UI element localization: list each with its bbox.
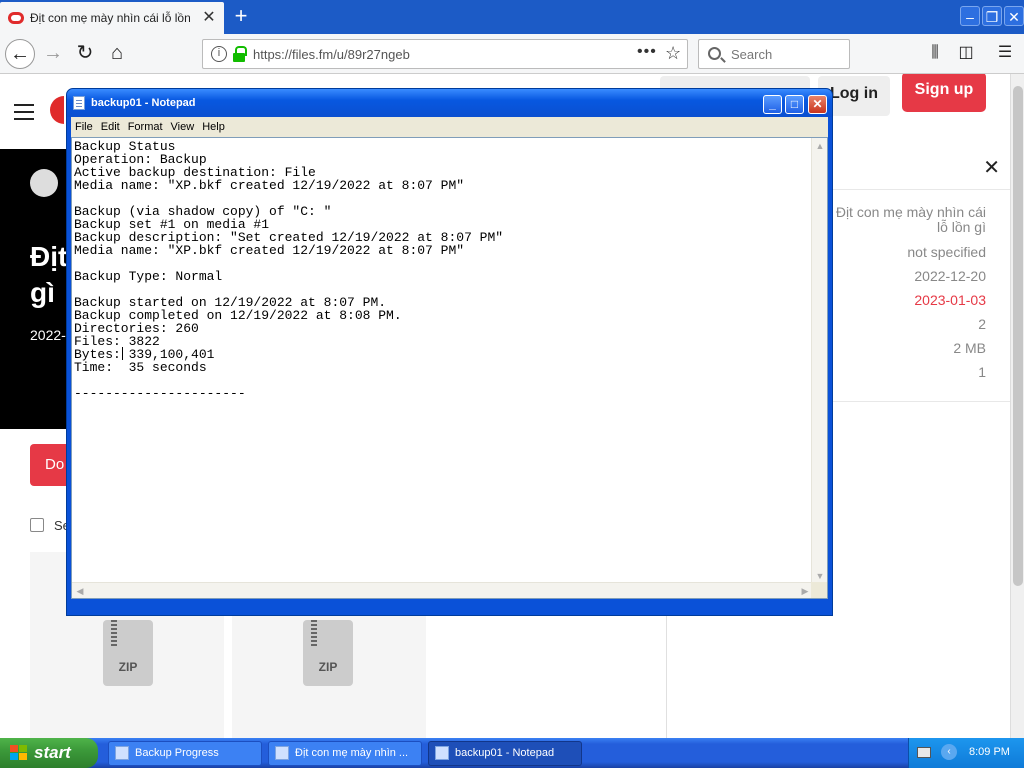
notepad-text-area[interactable]: Backup Status Operation: Backup Active b… bbox=[71, 137, 828, 599]
horizontal-scrollbar[interactable]: ◀ ▶ bbox=[72, 582, 813, 598]
downloads-value: 1 bbox=[978, 364, 986, 380]
clock[interactable]: 8:09 PM bbox=[969, 746, 1010, 758]
notepad-icon bbox=[435, 746, 449, 760]
notepad-titlebar[interactable]: backup01 - Notepad _ □ ✕ bbox=[67, 89, 832, 117]
page-info-icon[interactable]: i bbox=[211, 46, 227, 62]
notepad-title: backup01 - Notepad bbox=[91, 97, 196, 109]
zip-label: ZIP bbox=[118, 660, 138, 674]
browser-close-button[interactable]: ✕ bbox=[1004, 6, 1024, 26]
browser-tab-bar: Địt con mẹ mày nhìn cái lỗ lồn gì l ✕ + … bbox=[0, 0, 1024, 34]
maximize-button[interactable]: □ bbox=[785, 95, 804, 114]
page-scrollbar[interactable] bbox=[1010, 74, 1024, 738]
text-cursor bbox=[122, 347, 123, 360]
zip-file-icon: ZIP bbox=[303, 620, 353, 686]
search-icon bbox=[708, 47, 721, 60]
search-placeholder: Search bbox=[731, 47, 773, 62]
scroll-up-arrow-icon[interactable]: ▲ bbox=[812, 138, 827, 154]
home-button[interactable]: ⌂ bbox=[102, 39, 132, 69]
taskbar-button-label: Địt con mẹ mày nhìn ... bbox=[295, 747, 409, 759]
start-button[interactable]: start bbox=[0, 738, 98, 768]
menu-view[interactable]: View bbox=[167, 118, 199, 133]
file-name-value: Địt con mẹ mày nhìn cái lỗ lồn gì bbox=[835, 204, 986, 235]
zip-file-icon: ZIP bbox=[103, 620, 153, 686]
site-logo[interactable] bbox=[50, 96, 64, 124]
backup-app-icon bbox=[115, 746, 129, 760]
bookmark-star-icon[interactable]: ☆ bbox=[665, 43, 681, 64]
notepad-content: Backup Status Operation: Backup Active b… bbox=[74, 139, 504, 401]
hamburger-menu-icon[interactable] bbox=[14, 104, 34, 120]
sidebar-toggle-icon[interactable]: ◫ bbox=[955, 42, 977, 64]
library-icon[interactable]: ⫼ bbox=[924, 42, 946, 64]
page-scroll-thumb[interactable] bbox=[1013, 86, 1023, 586]
new-tab-button[interactable]: + bbox=[230, 4, 252, 28]
close-button[interactable]: ✕ bbox=[808, 95, 827, 114]
scroll-left-arrow-icon[interactable]: ◀ bbox=[72, 583, 88, 598]
select-all-checkbox[interactable] bbox=[30, 518, 44, 532]
search-input[interactable]: Search bbox=[698, 39, 850, 69]
forward-button[interactable]: → bbox=[38, 39, 68, 69]
zip-label: ZIP bbox=[318, 660, 338, 674]
taskbar-button-label: backup01 - Notepad bbox=[455, 747, 555, 759]
reload-button[interactable]: ↻ bbox=[70, 39, 100, 69]
system-tray: ‹ 8:09 PM bbox=[908, 738, 1024, 768]
menu-file[interactable]: File bbox=[71, 118, 97, 133]
tab-title: Địt con mẹ mày nhìn cái lỗ lồn gì l bbox=[30, 11, 190, 25]
page-actions-icon[interactable]: ••• bbox=[637, 43, 657, 61]
taskbar: start Backup Progress Địt con mẹ mày nhì… bbox=[0, 738, 1024, 768]
hero-date: 2022- bbox=[30, 327, 66, 343]
taskbar-button-label: Backup Progress bbox=[135, 747, 219, 759]
secure-lock-icon bbox=[233, 46, 247, 62]
files-count-value: 2 bbox=[978, 316, 986, 332]
browser-minimize-button[interactable]: – bbox=[960, 6, 980, 26]
browser-restore-button[interactable]: ❐ bbox=[982, 6, 1002, 26]
browser-nav-bar: ← → ↻ ⌂ i https://files.fm/u/89r27ngeb •… bbox=[0, 34, 1024, 74]
url-text: https://files.fm/u/89r27ngeb bbox=[253, 47, 410, 62]
keyboard-icon[interactable] bbox=[917, 747, 931, 758]
taskbar-backup-progress[interactable]: Backup Progress bbox=[108, 741, 262, 766]
minimize-button[interactable]: _ bbox=[763, 95, 782, 114]
taskbar-notepad[interactable]: backup01 - Notepad bbox=[428, 741, 582, 766]
avatar[interactable] bbox=[30, 169, 58, 197]
description-value: not specified bbox=[907, 244, 986, 260]
panel-close-icon[interactable]: ✕ bbox=[983, 155, 1000, 180]
menu-edit[interactable]: Edit bbox=[97, 118, 124, 133]
tray-expand-icon[interactable]: ‹ bbox=[941, 744, 957, 760]
back-button[interactable]: ← bbox=[5, 39, 35, 69]
browser-window-controls: – ❐ ✕ bbox=[960, 6, 1024, 26]
created-date-value: 2022-12-20 bbox=[914, 268, 986, 284]
tab-close-icon[interactable]: ✕ bbox=[199, 8, 219, 28]
signup-button[interactable]: Sign up bbox=[902, 74, 986, 112]
start-label: start bbox=[34, 743, 71, 762]
size-value: 2 MB bbox=[953, 340, 986, 356]
address-bar[interactable]: i https://files.fm/u/89r27ngeb ••• ☆ bbox=[202, 39, 688, 69]
vertical-scrollbar[interactable]: ▲ ▼ bbox=[811, 138, 827, 584]
menu-format[interactable]: Format bbox=[124, 118, 167, 133]
expiry-date-value: 2023-01-03 bbox=[914, 292, 986, 308]
taskbar-firefox[interactable]: Địt con mẹ mày nhìn ... bbox=[268, 741, 422, 766]
windows-logo-icon bbox=[10, 745, 28, 761]
resize-grip[interactable] bbox=[811, 582, 827, 598]
menu-help[interactable]: Help bbox=[198, 118, 229, 133]
notepad-menubar: File Edit Format View Help bbox=[71, 117, 828, 137]
notepad-icon bbox=[73, 96, 85, 110]
browser-tab[interactable]: Địt con mẹ mày nhìn cái lỗ lồn gì l ✕ bbox=[0, 2, 224, 34]
firefox-icon bbox=[275, 746, 289, 760]
menu-icon[interactable]: ☰ bbox=[994, 42, 1016, 64]
site-favicon-icon bbox=[8, 12, 24, 24]
notepad-window: backup01 - Notepad _ □ ✕ File Edit Format V… bbox=[66, 88, 833, 616]
